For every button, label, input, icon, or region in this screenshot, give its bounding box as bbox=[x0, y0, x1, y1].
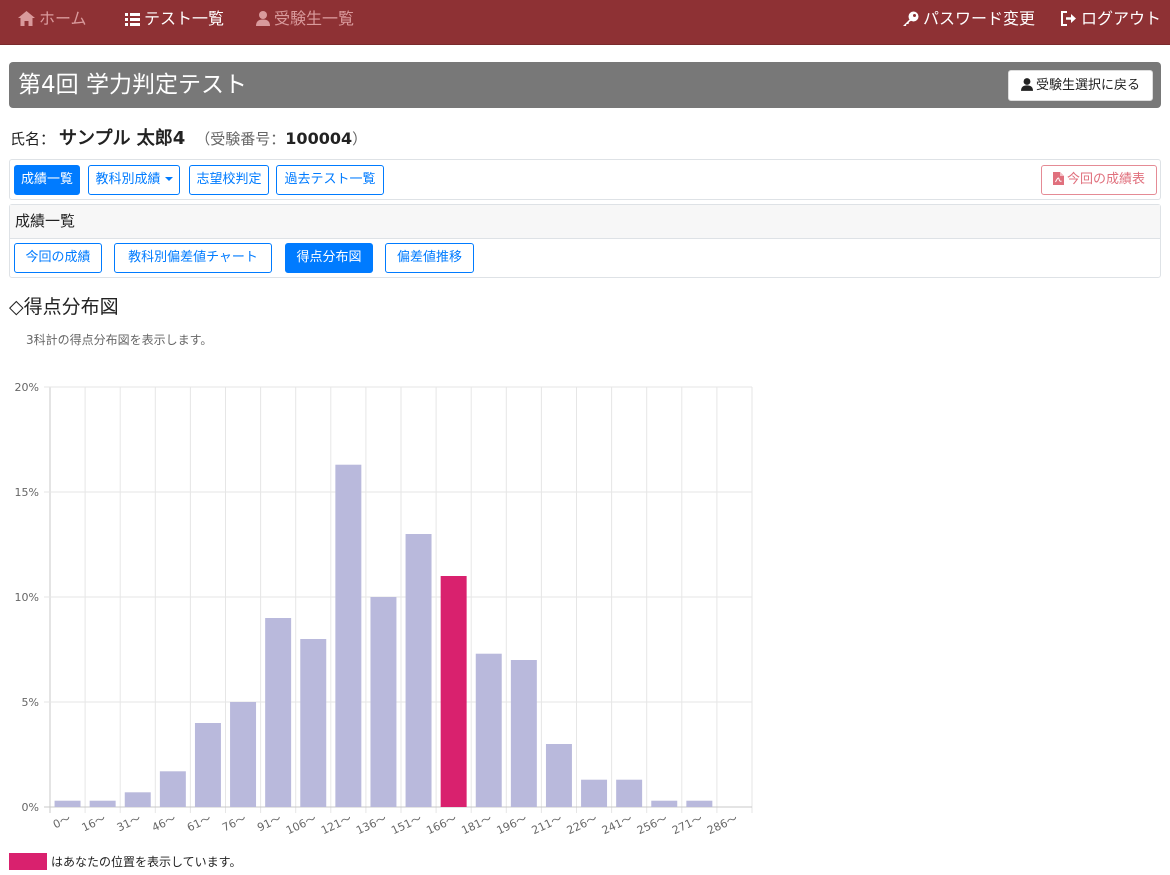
x-tick-label: 0～ bbox=[51, 812, 73, 831]
nav-password-label: パスワード変更 bbox=[923, 9, 1036, 28]
chart-legend: はあなたの位置を表示しています。 bbox=[9, 853, 241, 871]
tab-results[interactable]: 成績一覧 bbox=[14, 165, 80, 195]
x-tick-label: 91～ bbox=[255, 812, 283, 834]
x-tick-label: 226～ bbox=[565, 812, 599, 837]
top-navbar: ホーム テスト一覧 受験生一覧 パスワード変更 ログアウト bbox=[0, 0, 1170, 45]
nav-logout[interactable]: ログアウト bbox=[1061, 0, 1161, 38]
section-description: 3科計の得点分布図を表示します。 bbox=[26, 333, 213, 347]
x-tick-label: 31～ bbox=[115, 812, 143, 834]
file-pdf-icon bbox=[1052, 172, 1064, 185]
current-report-button[interactable]: 今回の成績表 bbox=[1041, 165, 1157, 195]
back-button-label: 受験生選択に戻る bbox=[1035, 78, 1140, 93]
x-tick-label: 241～ bbox=[600, 812, 634, 837]
x-tick-label: 16～ bbox=[80, 812, 108, 834]
legend-swatch bbox=[9, 853, 47, 870]
tab-school[interactable]: 志望校判定 bbox=[189, 165, 269, 195]
distribution-bar bbox=[510, 660, 537, 807]
chart-x-axis: 0～ 16～ 31～ 46～ 61～ 76～ 91～ 106～ 121～ 136～ 151～ 166～… bbox=[51, 812, 740, 837]
x-tick-label: 136～ bbox=[354, 812, 388, 837]
nav-students-label: 受験生一覧 bbox=[274, 9, 355, 28]
x-tick-label: 181～ bbox=[460, 812, 494, 837]
x-tick-label: 46～ bbox=[150, 812, 178, 834]
tab-by-subject-label: 教科別成績 bbox=[95, 172, 161, 187]
chart-bars bbox=[54, 464, 713, 807]
distribution-bar bbox=[124, 792, 151, 807]
caret-down-icon bbox=[164, 177, 173, 181]
x-tick-label: 166～ bbox=[424, 812, 458, 837]
current-report-label: 今回の成績表 bbox=[1066, 172, 1145, 187]
main-tab-bar: 成績一覧 教科別成績 志望校判定 過去テスト一覧 今回の成績表 bbox=[9, 159, 1161, 200]
distribution-bar bbox=[54, 800, 81, 807]
x-tick-label: 76～ bbox=[220, 812, 248, 834]
name-label: 氏名： bbox=[10, 130, 56, 148]
section-title: ◇得点分布図 bbox=[9, 296, 119, 318]
sign-out-icon bbox=[1061, 11, 1076, 26]
exam-number-suffix: ） bbox=[352, 130, 368, 148]
back-to-student-select-button[interactable]: 受験生選択に戻る bbox=[1008, 70, 1153, 101]
distribution-bar bbox=[370, 597, 397, 807]
y-tick-label: 0% bbox=[22, 801, 39, 814]
x-tick-label: 121～ bbox=[319, 812, 353, 837]
y-tick-label: 20% bbox=[15, 381, 39, 394]
chart-grid bbox=[44, 386, 753, 813]
student-name: サンプル 太郎4 bbox=[59, 128, 186, 149]
y-tick-label: 10% bbox=[15, 591, 39, 604]
results-subpanel: 成績一覧 今回の成績 教科別偏差値チャート 得点分布図 偏差値推移 bbox=[9, 204, 1161, 278]
user-icon bbox=[1020, 78, 1033, 91]
nav-students[interactable]: 受験生一覧 bbox=[256, 0, 354, 38]
distribution-bar bbox=[300, 639, 327, 807]
distribution-bar bbox=[194, 723, 221, 807]
page-title: 第4回 学力判定テスト bbox=[18, 72, 247, 98]
student-info: 氏名： サンプル 太郎4 （受験番号：100004） bbox=[10, 125, 367, 153]
y-tick-label: 15% bbox=[15, 486, 39, 499]
nav-home[interactable]: ホーム bbox=[18, 0, 87, 38]
distribution-bar bbox=[581, 779, 608, 807]
exam-number-prefix: （受験番号： bbox=[195, 130, 286, 148]
score-distribution-chart: 0% 5% 10% 15% 20% 0～ 16～ 31～ 46～ 61～ 76～ 91～ 106～ 12… bbox=[15, 381, 753, 837]
tab-past-tests[interactable]: 過去テスト一覧 bbox=[276, 165, 384, 195]
subject-deviation-chart-button[interactable]: 教科別偏差値チャート bbox=[114, 243, 272, 273]
distribution-bar bbox=[159, 771, 186, 807]
nav-tests[interactable]: テスト一覧 bbox=[125, 0, 224, 38]
nav-password[interactable]: パスワード変更 bbox=[902, 0, 1035, 38]
distribution-bar bbox=[545, 744, 572, 807]
your-position-bar bbox=[440, 576, 467, 807]
distribution-bar bbox=[335, 464, 362, 807]
exam-number: 100004 bbox=[285, 129, 353, 148]
distribution-bar bbox=[230, 702, 257, 807]
distribution-bar bbox=[475, 653, 502, 807]
current-results-button[interactable]: 今回の成績 bbox=[14, 243, 102, 273]
x-tick-label: 151～ bbox=[389, 812, 423, 837]
test-title-bar: 第4回 学力判定テスト 受験生選択に戻る bbox=[9, 62, 1161, 108]
deviation-trend-button[interactable]: 偏差値推移 bbox=[385, 243, 474, 273]
x-tick-label: 106～ bbox=[284, 812, 318, 837]
distribution-bar bbox=[265, 618, 292, 807]
x-tick-label: 196～ bbox=[495, 812, 529, 837]
exam-number-wrapper: （受験番号：100004） bbox=[195, 129, 368, 148]
subpanel-header: 成績一覧 bbox=[10, 205, 1160, 239]
nav-tests-label: テスト一覧 bbox=[144, 9, 225, 28]
home-icon bbox=[18, 11, 35, 26]
distribution-bar bbox=[405, 534, 432, 807]
distribution-bar bbox=[616, 779, 643, 807]
x-tick-label: 286～ bbox=[705, 812, 739, 837]
y-tick-label: 5% bbox=[22, 696, 39, 709]
nav-home-label: ホーム bbox=[39, 9, 87, 28]
distribution-bar bbox=[651, 800, 678, 807]
nav-logout-label: ログアウト bbox=[1081, 9, 1162, 28]
x-tick-label: 211～ bbox=[530, 812, 564, 837]
x-tick-label: 61～ bbox=[185, 812, 213, 834]
score-distribution-button[interactable]: 得点分布図 bbox=[285, 243, 373, 273]
tab-by-subject[interactable]: 教科別成績 bbox=[88, 165, 180, 195]
distribution-bar bbox=[89, 800, 116, 807]
key-icon bbox=[903, 11, 919, 26]
chart-y-axis: 0% 5% 10% 15% 20% bbox=[15, 381, 39, 814]
distribution-bar bbox=[686, 800, 713, 807]
x-tick-label: 256～ bbox=[635, 812, 669, 837]
x-tick-label: 271～ bbox=[670, 812, 704, 837]
list-icon bbox=[125, 13, 140, 26]
legend-text: はあなたの位置を表示しています。 bbox=[51, 855, 242, 869]
user-icon bbox=[256, 11, 270, 26]
